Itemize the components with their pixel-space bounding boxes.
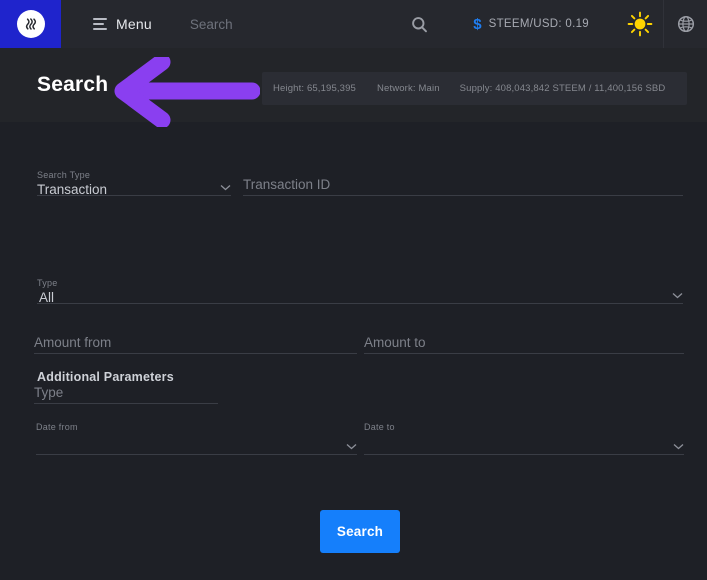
operation-type-select[interactable]: Type All <box>37 278 683 305</box>
hamburger-icon <box>93 18 107 30</box>
theme-toggle-button[interactable] <box>617 0 663 48</box>
dollar-sign-icon: $ <box>473 15 482 33</box>
language-button[interactable] <box>663 0 707 48</box>
steem-logo-icon <box>16 10 45 38</box>
date-to-label: Date to <box>364 422 395 432</box>
transaction-id-input[interactable]: Transaction ID <box>243 170 683 196</box>
field-underline <box>36 454 357 455</box>
field-underline <box>37 195 231 196</box>
transaction-id-placeholder: Transaction ID <box>243 177 331 192</box>
logo-button[interactable] <box>0 0 61 48</box>
operation-type-label: Type <box>37 278 58 288</box>
field-underline <box>37 303 683 304</box>
date-from-picker[interactable]: Date from <box>36 422 357 455</box>
type-text-input[interactable]: Type <box>34 378 218 404</box>
field-underline <box>364 353 684 354</box>
stat-height: Height: 65,195,395 <box>273 83 356 94</box>
field-underline <box>34 403 218 404</box>
type-text-placeholder: Type <box>34 385 64 400</box>
steem-price-indicator[interactable]: $ STEEM/USD: 0.19 <box>473 16 589 33</box>
search-type-label: Search Type <box>37 170 91 180</box>
steem-explorer-search-page: Menu Search $ STEEM/USD: 0.19 Search Hei… <box>0 0 707 580</box>
field-underline <box>34 353 357 354</box>
stat-network: Network: Main <box>377 83 440 94</box>
field-underline <box>364 454 684 455</box>
field-underline <box>243 195 683 196</box>
date-from-label: Date from <box>36 422 78 432</box>
date-to-picker[interactable]: Date to <box>364 422 684 455</box>
search-type-select[interactable]: Search Type Transaction <box>37 170 231 197</box>
nav-right-group: $ STEEM/USD: 0.19 <box>397 0 707 48</box>
chevron-down-icon <box>346 443 357 450</box>
amount-to-placeholder: Amount to <box>364 335 426 350</box>
menu-button[interactable]: Menu <box>93 16 152 32</box>
steem-usd-price-label: STEEM/USD: 0.19 <box>488 18 589 30</box>
blockchain-stats-panel: Height: 65,195,395 Network: Main Supply:… <box>262 72 687 105</box>
chevron-down-icon <box>673 443 684 450</box>
menu-label: Menu <box>116 16 152 32</box>
chevron-down-icon <box>672 292 683 299</box>
search-icon-button[interactable] <box>397 0 441 48</box>
stat-supply: Supply: 408,043,842 STEEM / 11,400,156 S… <box>459 83 666 94</box>
amount-from-placeholder: Amount from <box>34 335 112 350</box>
globe-icon <box>677 15 694 33</box>
sun-icon <box>627 11 653 37</box>
nav-search-link[interactable]: Search <box>190 17 233 32</box>
page-title: Search <box>37 73 109 96</box>
amount-to-input[interactable]: Amount to <box>364 328 684 354</box>
amount-from-input[interactable]: Amount from <box>34 328 357 354</box>
top-navigation-bar: Menu Search $ STEEM/USD: 0.19 <box>0 0 707 48</box>
search-icon <box>411 16 427 32</box>
search-submit-button[interactable]: Search <box>320 510 400 553</box>
chevron-down-icon <box>220 184 231 191</box>
